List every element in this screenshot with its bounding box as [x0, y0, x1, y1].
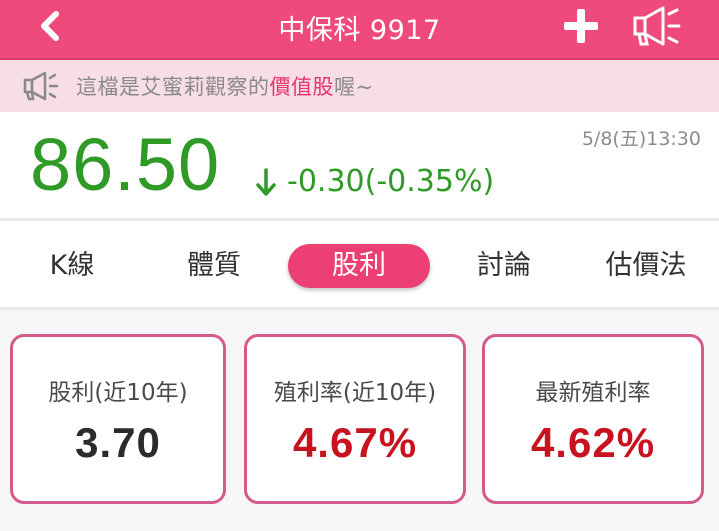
megaphone-icon: [22, 69, 60, 103]
tab-valuation[interactable]: 估價法: [578, 244, 714, 288]
card-yield-10y: 殖利率(近10年) 4.67%: [244, 334, 466, 504]
dividend-cards: 股利(近10年) 3.70 殖利率(近10年) 4.67% 最新殖利率 4.62…: [0, 310, 719, 531]
card-value: 3.70: [75, 419, 161, 466]
price-change-text: -0.30(-0.35%): [287, 164, 495, 199]
card-value: 4.62%: [530, 419, 656, 466]
announce-button[interactable]: [628, 2, 686, 50]
quote-panel: 86.50 -0.30(-0.35%) 5/8(五)13:30: [0, 112, 719, 221]
card-label: 股利(近10年): [48, 380, 188, 406]
card-latest-yield: 最新殖利率 4.62%: [482, 334, 704, 504]
notice-suffix: 喔~: [334, 75, 374, 99]
plus-icon: [564, 9, 598, 43]
notice-text: 這檔是艾蜜莉觀察的價值股喔~: [76, 71, 374, 101]
tab-bar: K線 體質 股利 討論 估價法: [0, 221, 719, 310]
tab-dividend[interactable]: 股利: [288, 244, 430, 288]
stock-price: 86.50: [30, 123, 221, 206]
arrow-down-icon: [256, 167, 276, 196]
card-label: 最新殖利率: [535, 380, 651, 406]
tab-k-line[interactable]: K線: [6, 244, 138, 288]
notice-bar: 這檔是艾蜜莉觀察的價值股喔~: [0, 60, 719, 112]
card-value: 4.67%: [292, 419, 418, 466]
notice-highlight: 價值股: [269, 75, 334, 99]
quote-timestamp: 5/8(五)13:30: [581, 128, 701, 150]
megaphone-icon: [633, 6, 681, 46]
card-dividend-10y: 股利(近10年) 3.70: [10, 334, 226, 504]
tab-discussion[interactable]: 討論: [438, 244, 570, 288]
page-title: 中保科 9917: [278, 15, 441, 46]
tab-fundamentals[interactable]: 體質: [148, 244, 280, 288]
add-button[interactable]: [556, 4, 606, 48]
price-change: -0.30(-0.35%): [255, 164, 494, 199]
app-header: 中保科 9917: [0, 0, 719, 60]
notice-prefix: 這檔是艾蜜莉觀察的: [76, 75, 270, 99]
card-label: 殖利率(近10年): [273, 380, 437, 406]
